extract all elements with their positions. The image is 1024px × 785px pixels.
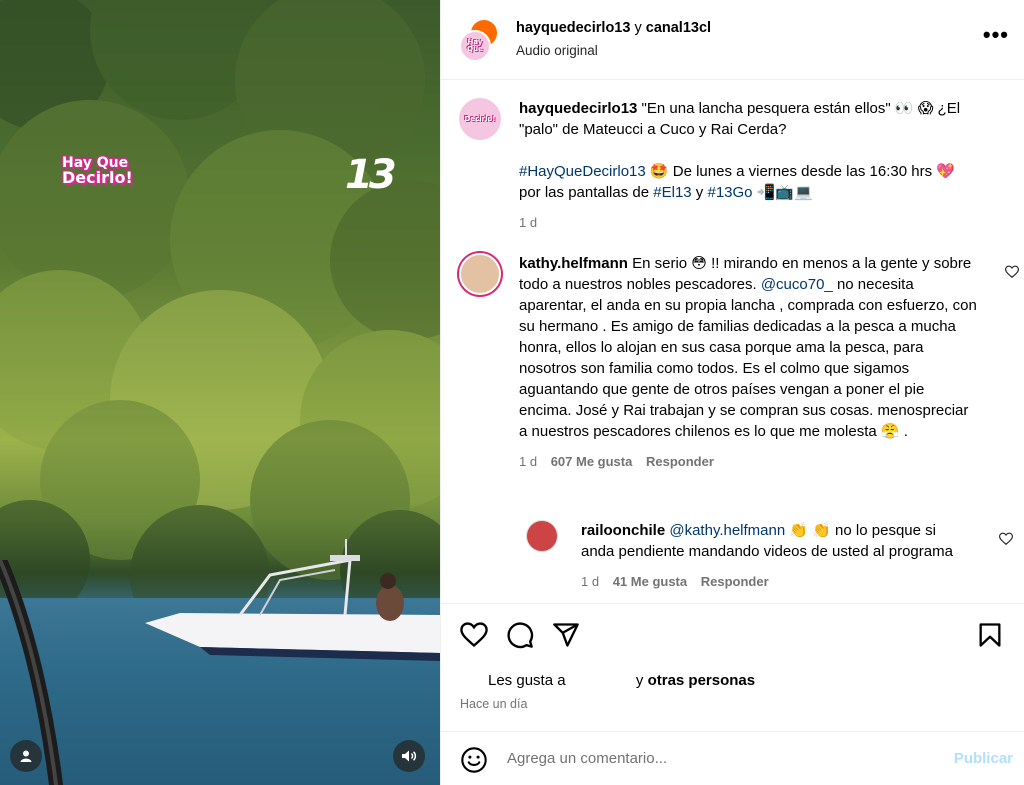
mention-link[interactable]: @kathy.helfmann <box>669 522 785 539</box>
avatar-logo-text: Decirlo! <box>464 114 496 123</box>
comment-likes[interactable]: 607 Me gusta <box>551 454 633 469</box>
comments-list[interactable]: Decirlo! hayquedecirlo13 "En una lancha … <box>441 81 1024 603</box>
commenter-avatar[interactable] <box>526 520 558 552</box>
caption-body: hayquedecirlo13 "En una lancha pesquera … <box>519 98 979 233</box>
sound-toggle-button[interactable] <box>393 740 425 772</box>
comment-username[interactable]: railoonchile <box>581 522 665 539</box>
post-authors: hayquedecirlo13 y canal13cl <box>516 20 711 36</box>
comment-time[interactable]: 1 d <box>581 574 599 589</box>
caption-username[interactable]: hayquedecirlo13 <box>519 100 637 117</box>
more-options-icon[interactable]: ••• <box>983 24 1009 46</box>
audio-label[interactable]: Audio original <box>516 43 598 58</box>
commenter-avatar[interactable] <box>459 253 501 295</box>
comment-body: kathy.helfmann En serio 😳 !! mirando en … <box>519 253 979 472</box>
likes-prefix: Les gusta a <box>488 672 566 689</box>
share-send-icon[interactable] <box>552 621 580 649</box>
comment-body: railoonchile @kathy.helfmann 👏 👏 no lo p… <box>581 520 971 592</box>
post-actions: Les gusta a y otras personas Hace un día <box>441 603 1024 723</box>
emoji-icon[interactable] <box>460 746 488 774</box>
caption-avatar[interactable]: Decirlo! <box>459 98 501 140</box>
reply-button[interactable]: Responder <box>646 454 714 469</box>
author-link-2[interactable]: canal13cl <box>646 20 711 36</box>
hashtag-link[interactable]: #13Go <box>707 184 752 201</box>
publish-button[interactable]: Publicar <box>954 750 1013 767</box>
like-comment-heart-icon[interactable] <box>1005 265 1019 279</box>
caption-text: 📲📺💻 <box>752 184 813 201</box>
comment-likes[interactable]: 41 Me gusta <box>613 574 687 589</box>
hashtag-link[interactable]: #HayQueDecirlo13 <box>519 163 646 180</box>
reply-button[interactable]: Responder <box>701 574 769 589</box>
caption-meta: 1 d <box>519 212 979 233</box>
likes-joiner: y <box>635 672 644 689</box>
post-timestamp[interactable]: Hace un día <box>460 697 527 711</box>
like-heart-icon[interactable] <box>460 621 488 649</box>
comment-meta: 1 d 41 Me gusta Responder <box>581 571 971 592</box>
mention-link[interactable]: @cuco70_ <box>761 276 833 293</box>
save-bookmark-icon[interactable] <box>976 621 1004 649</box>
canal13-logo: 13 <box>345 152 397 198</box>
author-link-1[interactable]: hayquedecirlo13 <box>516 20 630 36</box>
boat-illustration <box>145 539 440 661</box>
comment-time[interactable]: 1 d <box>519 454 537 469</box>
likes-summary: Les gusta a y otras personas <box>488 672 755 689</box>
authors-joiner: y <box>634 20 642 36</box>
likes-others-link[interactable]: otras personas <box>648 672 756 689</box>
post-details-panel: Hay Que hayquedecirlo13 y canal13cl Audi… <box>440 0 1024 785</box>
comment-input[interactable]: Agrega un comentario... <box>507 750 667 767</box>
comment-username[interactable]: kathy.helfmann <box>519 255 628 272</box>
hashtag-link[interactable]: #El13 <box>653 184 691 201</box>
comment-text: no necesita aparentar, el anda en su pro… <box>519 276 977 440</box>
video-frame-foliage <box>0 0 440 600</box>
comment-meta: 1 d 607 Me gusta Responder <box>519 451 979 472</box>
avatar-logo-text: Hay Que <box>467 38 483 53</box>
hayquedecirlo-logo: Hay Que Decirlo! <box>62 155 133 187</box>
like-comment-heart-icon[interactable] <box>999 532 1013 546</box>
user-icon <box>20 750 32 762</box>
post-header: Hay Que hayquedecirlo13 y canal13cl Audi… <box>441 0 1024 80</box>
caption-text: y <box>691 184 708 201</box>
speaker-icon <box>402 750 417 762</box>
video-player[interactable]: Hay Que Decirlo! 13 <box>0 0 440 785</box>
comment-bubble-icon[interactable] <box>506 621 534 649</box>
comment-composer: Agrega un comentario... Publicar <box>441 731 1024 785</box>
caption-time[interactable]: 1 d <box>519 215 537 230</box>
tagged-users-button[interactable] <box>10 740 42 772</box>
hayquedecirlo-avatar[interactable]: Hay Que <box>459 30 491 62</box>
